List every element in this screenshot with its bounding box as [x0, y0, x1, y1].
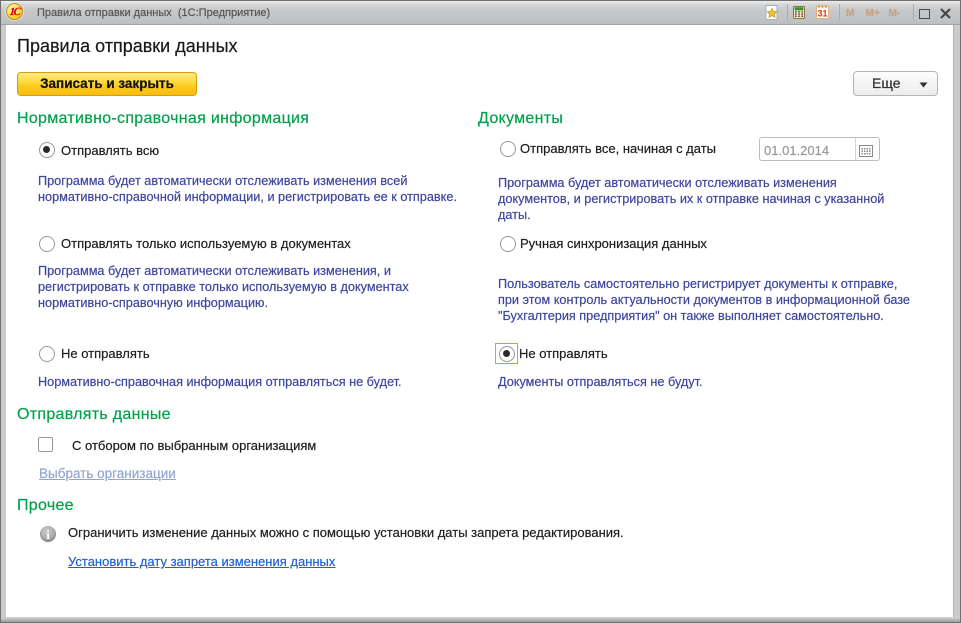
svg-text:31: 31: [817, 9, 827, 19]
